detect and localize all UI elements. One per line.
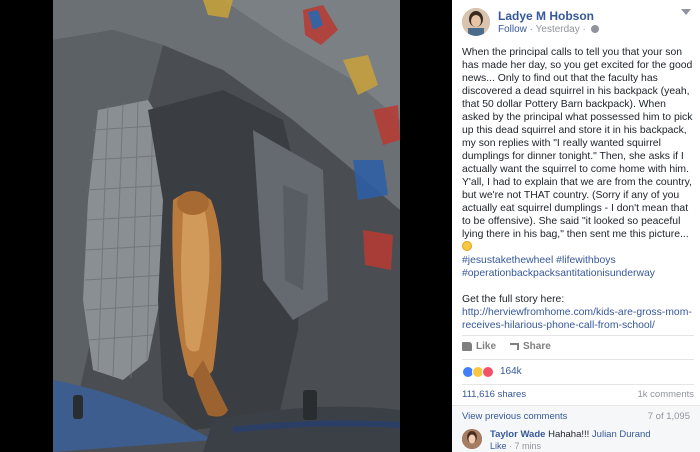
comment-time[interactable]: 7 mins [515, 441, 542, 451]
post-time[interactable]: Yesterday [536, 24, 580, 35]
hashtag-lifewithboys[interactable]: #lifewithboys [556, 255, 616, 266]
post-text: When the principal calls to tell you tha… [462, 46, 694, 332]
love-reaction-icon [482, 365, 494, 378]
post-meta: Follow · Yesterday · [498, 24, 599, 35]
share-arrow-icon [510, 343, 520, 350]
smile-emoji-icon [462, 241, 472, 251]
reaction-count[interactable]: 164k [500, 366, 522, 377]
post-panel: Ladye M Hobson Follow · Yesterday · When… [452, 0, 700, 452]
stats-row: 111,616 shares 1k comments [462, 384, 694, 400]
post-photo[interactable] [53, 0, 400, 452]
post-header: Ladye M Hobson Follow · Yesterday · [452, 0, 700, 38]
post-actions: Like Share [462, 335, 694, 352]
comment-separator: · [506, 441, 515, 451]
follow-link[interactable]: Follow [498, 24, 527, 35]
globe-icon [590, 25, 599, 33]
comment-like-button[interactable]: Like [490, 441, 507, 451]
commenter-name[interactable]: Taylor Wade [490, 429, 545, 440]
hashtag-jesustakethewheel[interactable]: #jesustakethewheel [462, 255, 553, 266]
chevron-down-icon[interactable] [678, 8, 691, 18]
commenter-avatar[interactable] [462, 429, 482, 449]
comments-count[interactable]: 1k comments [638, 389, 695, 400]
shares-count[interactable]: 111,616 shares [462, 389, 526, 400]
backpack-squirrel-photo [53, 0, 400, 452]
post-paragraph-text: When the principal calls to tell you tha… [462, 47, 693, 240]
share-button[interactable]: Share [510, 341, 551, 352]
meta-dot: · [579, 24, 589, 35]
comment-position: 7 of 1,095 [647, 411, 690, 422]
reactions-row[interactable]: 164k [462, 359, 694, 379]
avatar-image [462, 8, 490, 36]
comment-meta: Like · 7 mins [490, 441, 541, 451]
hashtag-operationbackpack[interactable]: #operationbackpacksantitationisunderway [462, 268, 655, 279]
story-label: Get the full story here: [462, 294, 565, 305]
commenter-avatar-image [462, 429, 482, 449]
photo-viewer [0, 0, 452, 452]
like-label: Like [476, 341, 497, 352]
comment: Taylor Wade Hahaha!!! Julian Durand Like… [452, 425, 700, 452]
thumbs-up-icon [462, 342, 472, 351]
view-previous-comments-link[interactable]: View previous comments [462, 411, 567, 425]
hashtags: #jesustakethewheel #lifewithboys #operat… [462, 254, 694, 280]
like-button[interactable]: Like [462, 341, 496, 352]
story-link[interactable]: http://herviewfromhome.com/kids-are-gros… [462, 307, 692, 331]
author-name[interactable]: Ladye M Hobson [498, 9, 594, 23]
comment-text: Taylor Wade Hahaha!!! Julian Durand [490, 429, 651, 440]
post-paragraph: When the principal calls to tell you tha… [462, 46, 694, 254]
share-label: Share [523, 341, 551, 352]
tagged-user[interactable]: Julian Durand [592, 429, 651, 440]
comment-body: Hahaha!!! [548, 429, 590, 440]
view-more-row: View previous comments 7 of 1,095 [452, 405, 700, 425]
meta-separator: · [526, 24, 536, 35]
author-avatar[interactable] [462, 8, 490, 36]
